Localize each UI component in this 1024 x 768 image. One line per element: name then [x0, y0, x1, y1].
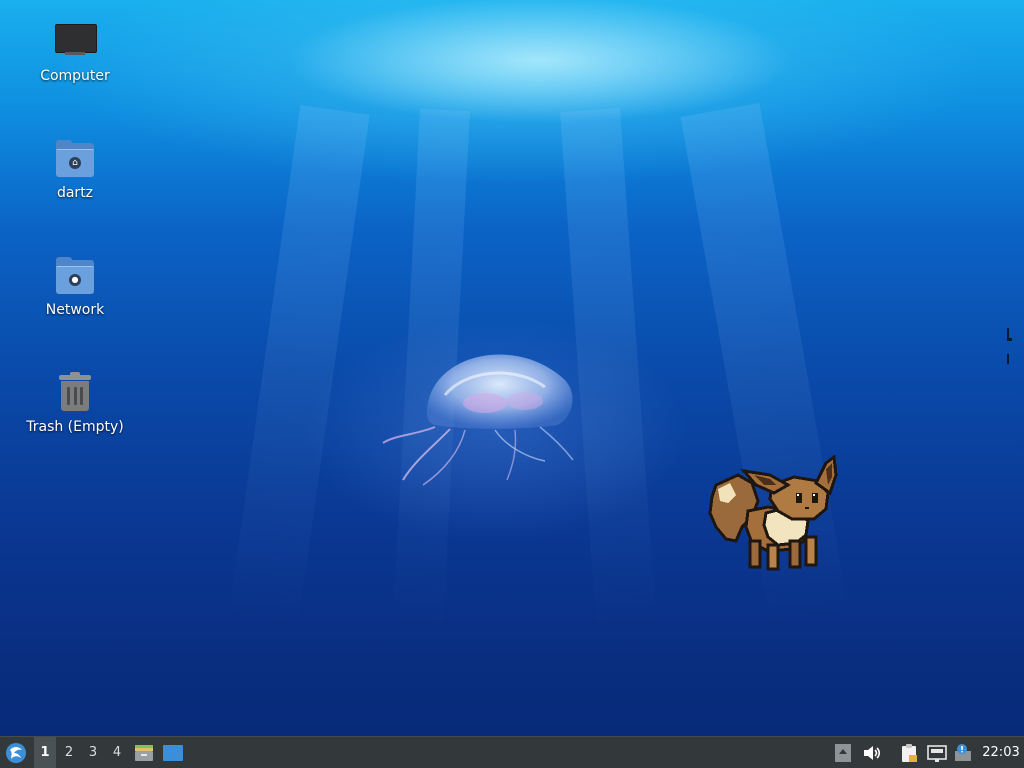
- taskbar: 1 2 3 4 22:03: [0, 736, 1024, 768]
- eevee-sprite: [708, 455, 838, 571]
- clipboard-icon: [902, 743, 917, 762]
- app-menu-icon: [6, 742, 26, 763]
- network-folder-icon: ●: [53, 254, 97, 298]
- light-ray: [227, 105, 370, 630]
- network-wired-icon: [927, 744, 947, 762]
- desktop-icon-label: Computer: [40, 68, 110, 84]
- volume-icon: [864, 745, 881, 760]
- update-notifier-button[interactable]: [952, 737, 974, 768]
- show-desktop-icon: [163, 744, 183, 761]
- file-manager-launcher[interactable]: [132, 737, 156, 768]
- workspace-label: 2: [64, 745, 74, 760]
- computer-icon: [53, 20, 97, 64]
- desktop-icon-label: Network: [45, 302, 105, 318]
- update-notifier-icon: [955, 743, 971, 761]
- desktop-icon-home-folder[interactable]: ⌂ dartz: [20, 137, 130, 201]
- clock-time: 22:03: [982, 745, 1020, 760]
- workspace-3[interactable]: 3: [82, 737, 104, 768]
- show-desktop-button[interactable]: [160, 737, 186, 768]
- file-manager-icon: [135, 744, 153, 761]
- clipboard-button[interactable]: [898, 737, 920, 768]
- network-button[interactable]: [926, 737, 948, 768]
- desktop-icon-label: Trash (Empty): [26, 419, 124, 435]
- workspace-label: 1: [40, 745, 50, 760]
- clock[interactable]: 22:03: [978, 737, 1024, 768]
- jellyfish-wallpaper-image: [382, 354, 574, 486]
- desktop-icon-label: dartz: [56, 185, 94, 201]
- desktop-icon-network[interactable]: ● Network: [20, 254, 130, 318]
- desktop[interactable]: Computer ⌂ dartz ● Network Trash (Empty): [0, 0, 1024, 736]
- workspace-1[interactable]: 1: [34, 737, 56, 768]
- workspace-label: 3: [88, 745, 98, 760]
- tray-expand-button[interactable]: [832, 737, 854, 768]
- volume-button[interactable]: [860, 737, 884, 768]
- workspace-4[interactable]: 4: [106, 737, 128, 768]
- tray-expand-icon: [835, 743, 851, 762]
- desktop-icon-computer[interactable]: Computer: [20, 20, 130, 84]
- edge-marker: [1007, 328, 1012, 364]
- trash-icon: [53, 371, 97, 415]
- app-menu-button[interactable]: [3, 737, 29, 768]
- home-folder-icon: ⌂: [53, 137, 97, 181]
- workspace-label: 4: [112, 745, 122, 760]
- workspace-2[interactable]: 2: [58, 737, 80, 768]
- desktop-icon-trash[interactable]: Trash (Empty): [20, 371, 130, 435]
